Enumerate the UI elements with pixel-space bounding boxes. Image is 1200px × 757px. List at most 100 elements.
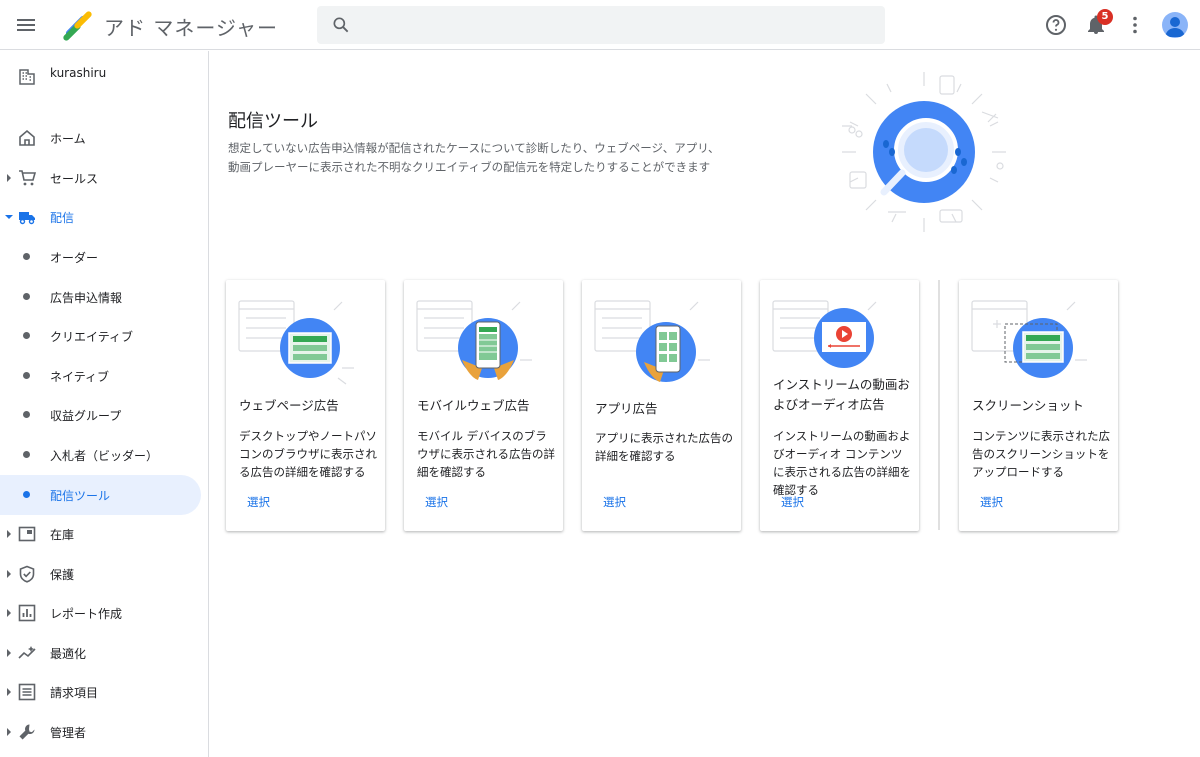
building-icon — [19, 69, 35, 85]
select-button[interactable]: 選択 — [247, 494, 270, 510]
bullet-dot — [23, 372, 30, 379]
more-vert-icon[interactable] — [1123, 13, 1147, 37]
sidebar-item-optimization[interactable]: 最適化 — [0, 633, 201, 673]
sidebar-item-admin[interactable]: 管理者 — [0, 712, 201, 752]
sidebar-item-label: 請求項目 — [50, 686, 99, 700]
sidebar-item-bidders[interactable]: 入札者（ビッダー） — [0, 435, 201, 475]
network-name: kurashiru — [50, 66, 107, 80]
sidebar: kurashiru ホーム セールス 配信 オーダー 広告申込情報 クリエイティ… — [0, 51, 209, 757]
person-icon — [1165, 17, 1185, 37]
caret-right-icon — [7, 570, 11, 578]
mobile-web-ad-illustration — [416, 300, 532, 380]
sidebar-item-label: 最適化 — [50, 647, 87, 661]
sidebar-item-label: 入札者（ビッダー） — [50, 449, 159, 463]
sidebar-item-label: 収益グループ — [50, 409, 122, 423]
sidebar-item-reporting[interactable]: レポート作成 — [0, 593, 201, 633]
card-description: コンテンツに表示された広告のスクリーンショットをアップロードする — [972, 429, 1110, 479]
sidebar-item-label: 配信 — [50, 211, 75, 225]
page-description: 想定していない広告申込情報が配信されたケースについて診断したり、ウェブページ、ア… — [228, 141, 720, 174]
tool-card-webpage[interactable]: ウェブページ広告 デスクトップやノートパソコンのブラウザに表示される広告の詳細を… — [226, 280, 385, 531]
report-icon — [18, 604, 36, 622]
search-input[interactable] — [365, 6, 865, 44]
home-icon — [19, 129, 35, 146]
caret-right-icon — [7, 609, 11, 617]
sidebar-item-delivery[interactable]: 配信 — [0, 197, 201, 237]
select-button[interactable]: 選択 — [980, 494, 1003, 510]
bullet-dot — [23, 451, 30, 458]
sidebar-item-label: レポート作成 — [50, 607, 123, 621]
sidebar-item-billing[interactable]: 請求項目 — [0, 672, 201, 712]
card-description: インストリームの動画およびオーディオ コンテンツに表示される広告の詳細を確認する — [773, 429, 911, 497]
sidebar-item-label: クリエイティブ — [50, 330, 134, 344]
card-title: ウェブページ広告 — [239, 398, 339, 413]
sidebar-item-label: セールス — [50, 172, 99, 186]
tool-card-app[interactable]: アプリ広告 アプリに表示された広告の詳細を確認する 選択 — [582, 280, 741, 531]
bullet-dot — [23, 411, 30, 418]
page-title: 配信ツール — [228, 111, 318, 132]
select-button[interactable]: 選択 — [425, 494, 448, 510]
sidebar-item-sales[interactable]: セールス — [0, 158, 201, 198]
card-title: スクリーンショット — [972, 398, 1084, 413]
optimization-icon — [18, 646, 36, 659]
card-description: モバイル デバイスのブラウザに表示される広告の詳細を確認する — [417, 429, 555, 479]
caret-down-icon — [5, 215, 13, 219]
caret-right-icon — [7, 649, 11, 657]
sidebar-item-home[interactable]: ホーム — [0, 118, 201, 158]
sidebar-item-label: 広告申込情報 — [50, 291, 123, 305]
account-avatar[interactable] — [1162, 12, 1188, 38]
sidebar-item-line-items[interactable]: 広告申込情報 — [0, 277, 201, 317]
sidebar-item-label: オーダー — [50, 251, 99, 265]
sidebar-item-delivery-tools[interactable]: 配信ツール — [0, 475, 201, 515]
card-divider — [938, 280, 940, 530]
bullet-dot — [23, 293, 30, 300]
desktop-ad-illustration — [238, 300, 354, 385]
inventory-icon — [18, 526, 36, 542]
caret-right-icon — [7, 688, 11, 696]
bullet-dot — [23, 253, 30, 260]
truck-icon — [19, 212, 35, 225]
sidebar-item-orders[interactable]: オーダー — [0, 237, 201, 277]
card-title: インストリームの動画およびオーディオ広告 — [773, 377, 910, 412]
app-ad-illustration — [594, 300, 710, 382]
help-icon[interactable] — [1044, 13, 1068, 37]
top-app-bar: アド マネージャー 5 — [0, 0, 1200, 50]
screenshot-illustration — [971, 300, 1087, 378]
ad-manager-logo[interactable] — [60, 9, 94, 41]
wrench-icon — [19, 724, 35, 740]
sidebar-item-label: 在庫 — [50, 528, 75, 542]
tool-card-screenshot[interactable]: スクリーンショット コンテンツに表示された広告のスクリーンショットをアップロード… — [959, 280, 1118, 531]
search-bar[interactable] — [317, 6, 885, 44]
sidebar-item-label: ネイティブ — [50, 370, 110, 384]
magnifier-illustration — [842, 72, 1006, 232]
sidebar-item-label: 保護 — [50, 568, 75, 582]
tool-card-mobile-web[interactable]: モバイルウェブ広告 モバイル デバイスのブラウザに表示される広告の詳細を確認する… — [404, 280, 563, 531]
card-title: アプリ広告 — [595, 401, 658, 416]
bullet-dot — [23, 491, 30, 498]
select-button[interactable]: 選択 — [781, 494, 804, 510]
billing-icon — [18, 683, 36, 701]
select-button[interactable]: 選択 — [603, 494, 626, 510]
card-description: デスクトップやノートパソコンのブラウザに表示される広告の詳細を確認する — [239, 429, 377, 479]
network-switcher[interactable]: kurashiru — [0, 51, 208, 111]
hamburger-menu-icon[interactable] — [14, 13, 38, 37]
sidebar-item-label: 管理者 — [50, 726, 87, 740]
card-title: モバイルウェブ広告 — [417, 398, 530, 413]
sidebar-item-creatives[interactable]: クリエイティブ — [0, 316, 201, 356]
card-description: アプリに表示された広告の詳細を確認する — [595, 431, 733, 463]
caret-right-icon — [7, 174, 11, 182]
caret-right-icon — [7, 530, 11, 538]
sidebar-item-label: ホーム — [50, 132, 86, 146]
app-title: アド マネージャー — [104, 16, 278, 40]
sidebar-item-yield-groups[interactable]: 収益グループ — [0, 395, 201, 435]
sidebar-item-inventory[interactable]: 在庫 — [0, 514, 201, 554]
caret-right-icon — [7, 728, 11, 736]
search-icon — [333, 17, 349, 33]
sidebar-item-protections[interactable]: 保護 — [0, 554, 201, 594]
sidebar-item-label: 配信ツール — [50, 489, 111, 503]
cart-icon — [19, 170, 36, 186]
shield-icon — [19, 565, 35, 583]
sidebar-item-native[interactable]: ネイティブ — [0, 356, 201, 396]
tool-card-instream[interactable]: インストリームの動画およびオーディオ広告 インストリームの動画およびオーディオ … — [760, 280, 919, 531]
bullet-dot — [23, 332, 30, 339]
notification-count-badge: 5 — [1097, 9, 1113, 25]
